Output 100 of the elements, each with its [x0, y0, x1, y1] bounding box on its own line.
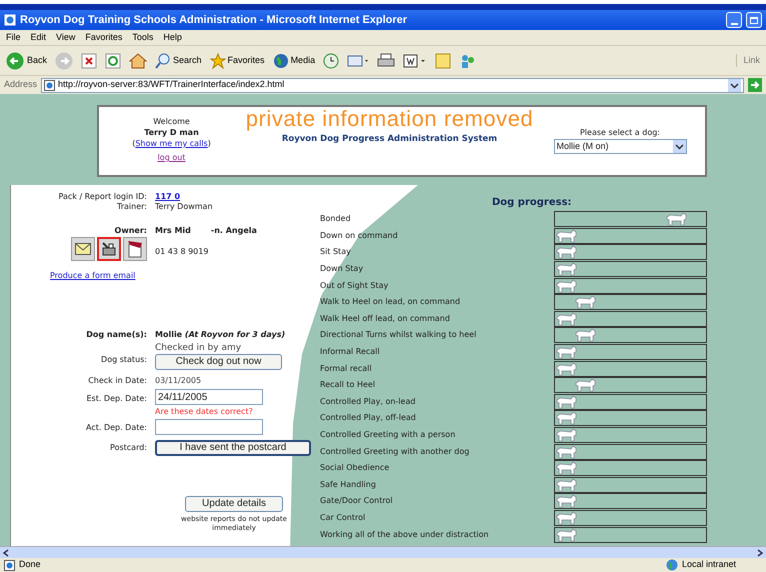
dog-icon[interactable] — [555, 312, 577, 326]
check-in-date: 03/11/2005 — [155, 376, 202, 386]
check-out-button[interactable]: Check dog out now — [155, 354, 282, 370]
field-label: Owner: — [114, 226, 147, 236]
skill-label: Gate/Door Control — [319, 495, 394, 508]
globe-icon — [272, 52, 289, 68]
user-name: Terry D man — [144, 127, 199, 138]
back-button[interactable]: Back — [6, 52, 48, 70]
parenthesis-text: ( — [132, 138, 136, 149]
system-title: Royvon Dog Progress Administration System — [282, 133, 498, 146]
dog-icon[interactable] — [555, 478, 577, 492]
dog-icon[interactable] — [574, 295, 596, 310]
printer-icon[interactable] — [377, 52, 396, 68]
dog-icon[interactable] — [555, 345, 577, 360]
dog-icon[interactable] — [664, 212, 687, 226]
contact-button[interactable] — [71, 237, 95, 261]
skill-label: Controlled Play, off-lead — [319, 412, 417, 424]
menu-item[interactable]: Tools — [132, 30, 154, 44]
home-icon[interactable] — [129, 52, 148, 68]
browser-icon — [4, 14, 16, 26]
dog-icon[interactable] — [555, 362, 577, 376]
dog-icon[interactable] — [555, 411, 577, 426]
skill-label: Controlled Play, on-lead — [319, 396, 416, 408]
progress-title: Dog progress: — [492, 196, 573, 210]
form-email-link[interactable]: Produce a form email — [50, 271, 136, 281]
star-icon — [210, 52, 226, 68]
welcome-text: Welcome — [153, 116, 190, 127]
address-label: Address — [4, 78, 38, 92]
history-icon[interactable] — [323, 52, 340, 68]
menu-item[interactable]: Favorites — [85, 30, 122, 44]
dog-icon[interactable] — [555, 510, 577, 525]
skill-label: Informal Recall — [319, 346, 381, 358]
dog-icon[interactable] — [555, 428, 577, 442]
skill-label: Car Control — [319, 512, 366, 524]
departure-date-field[interactable]: 24/11/2005 — [155, 389, 263, 405]
contact-button[interactable] — [97, 237, 121, 261]
links-label[interactable]: Link — [736, 54, 760, 68]
stop-icon[interactable] — [81, 52, 98, 68]
skill-label: Bonded — [319, 213, 352, 226]
status-note: Checked in by amy — [155, 343, 242, 353]
dog-icon[interactable] — [555, 262, 577, 276]
address-field[interactable]: http://royvon-server:83/WFT/TrainerInterface/index2.html — [41, 78, 744, 92]
go-arrow-icon[interactable] — [748, 78, 762, 92]
dog-icon[interactable] — [574, 328, 596, 342]
skill-label: Working all of the above under distraction — [319, 528, 490, 541]
scroll-left-icon[interactable] — [2, 548, 10, 556]
status-text: Done — [19, 558, 42, 572]
dog-icon[interactable] — [555, 461, 577, 476]
media-button[interactable]: Media — [272, 52, 316, 68]
mail-icon[interactable] — [347, 52, 370, 68]
select-dog-label: Please select a dog: — [580, 127, 660, 139]
minimize-button[interactable] — [726, 12, 742, 28]
dog-icon[interactable] — [574, 378, 596, 392]
page-icon — [44, 80, 56, 90]
log-out-link[interactable]: log out — [158, 152, 186, 163]
globe-icon — [666, 559, 678, 571]
horizontal-scrollbar[interactable] — [0, 546, 766, 558]
skill-label: Safe Handling — [319, 478, 377, 491]
menu-item[interactable]: File — [6, 30, 21, 44]
favorites-button[interactable]: Favorites — [210, 52, 265, 68]
maximize-button[interactable] — [746, 12, 762, 28]
skill-label: Down on command — [319, 230, 399, 242]
field-label: Act. Dep. Date: — [84, 423, 147, 434]
dog-icon[interactable] — [555, 494, 577, 508]
owner-name: Mrs Mid — [155, 226, 191, 236]
search-icon — [155, 52, 172, 68]
skill-label: Walk to Heel on lead, on command — [319, 296, 462, 308]
refresh-icon[interactable] — [105, 52, 122, 68]
update-details-button[interactable]: Update details — [185, 496, 283, 512]
field-label: Dog name(s): — [85, 330, 147, 340]
skill-label: Out of Sight Stay — [319, 280, 390, 292]
actual-departure-field[interactable] — [155, 419, 263, 435]
search-button[interactable]: Search — [155, 52, 202, 68]
dog-select[interactable]: Mollie (M on) — [554, 139, 686, 154]
field-label: Dog status: — [100, 355, 147, 366]
flag-icon — [127, 240, 143, 258]
dog-icon[interactable] — [555, 528, 577, 542]
show-calls-link[interactable]: Show me my calls — [135, 138, 208, 149]
login-id-link[interactable]: 117 0 — [155, 192, 180, 202]
envelope-icon — [75, 243, 91, 255]
contact-button[interactable] — [123, 237, 147, 261]
dog-name: Mollie (At Royvon for 3 days) — [155, 330, 286, 340]
menu-item[interactable]: View — [56, 30, 76, 44]
dog-icon[interactable] — [555, 245, 577, 260]
scroll-right-icon[interactable] — [756, 548, 764, 556]
address-url: http://royvon-server:83/WFT/TrainerInterface/index2.html — [58, 78, 286, 92]
field-label: Postcard: — [109, 443, 147, 453]
dog-icon[interactable] — [555, 444, 577, 459]
fax-machine-icon — [101, 241, 117, 257]
menu-item[interactable]: Help — [163, 30, 182, 44]
skill-label: Controlled Greeting with another dog — [319, 446, 470, 458]
dog-icon[interactable] — [555, 228, 577, 243]
date-warning: Are these dates correct? — [155, 407, 254, 417]
menu-item[interactable]: Edit — [30, 30, 46, 44]
postcard-button[interactable]: I have sent the postcard — [155, 440, 311, 456]
dog-icon[interactable] — [555, 394, 577, 409]
skill-label: Walk Heel off lead, on command — [319, 312, 451, 325]
edit-icon[interactable] — [403, 52, 428, 68]
dog-icon[interactable] — [555, 278, 577, 293]
field-label: Check in Date: — [87, 376, 147, 386]
